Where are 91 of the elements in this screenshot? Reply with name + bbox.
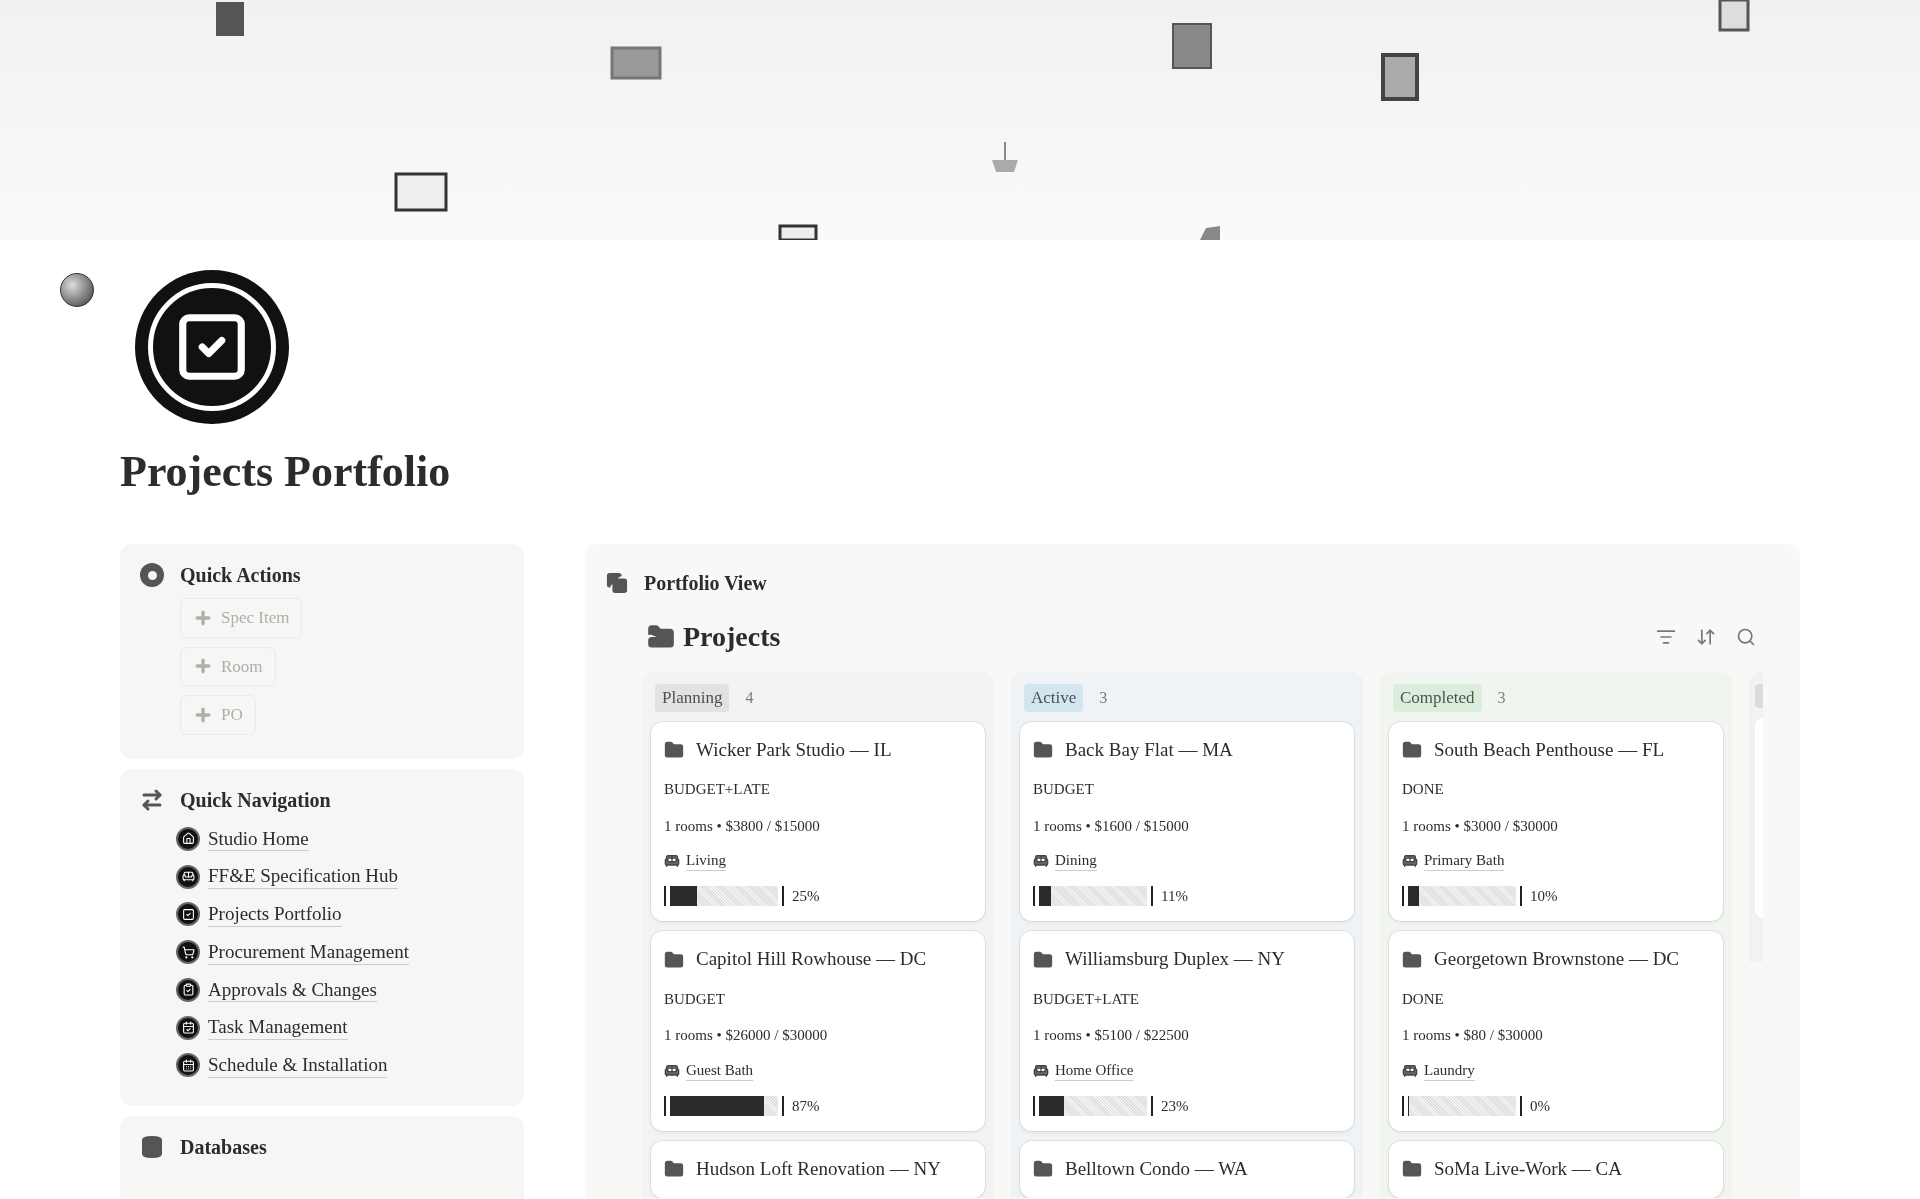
project-title: Hudson Loft Renovation — NY: [696, 1157, 941, 1181]
project-title: Back Bay Flat — MA: [1065, 737, 1233, 762]
room-link[interactable]: Living: [686, 851, 726, 871]
budget-summary: 1 rooms • $26000 / $30000: [664, 1026, 828, 1046]
room-link[interactable]: Guest Bath: [686, 1060, 754, 1081]
sofa-icon: [664, 1062, 680, 1079]
sofa-icon: [1402, 852, 1418, 869]
clipboard-icon: [176, 977, 200, 1002]
house-icon: [176, 826, 200, 851]
sofa-icon: [1033, 852, 1049, 869]
search-icon: [1736, 627, 1756, 647]
folder-icon: [1402, 739, 1422, 760]
flags-text: BUDGET: [664, 989, 725, 1009]
sofa-icon: [1402, 1062, 1418, 1079]
project-card[interactable]: SoMa Live-Work — CA: [1389, 1141, 1723, 1198]
database-icon: [140, 1134, 164, 1159]
flags-text: BUDGET+LATE: [664, 780, 770, 799]
section-title: Quick Actions: [180, 563, 301, 588]
project-title: Wicker Park Studio — IL: [696, 737, 892, 762]
project-card[interactable]: Williamsburg Duplex — NY BUDGET+LATE 1 rooms • $5100 / $22500 Home Office 23%: [1020, 931, 1354, 1131]
flags-text: DONE: [1402, 989, 1444, 1009]
nav-link[interactable]: FF&E Specification Hub: [208, 864, 398, 889]
progress-reading: 0%: [1530, 1096, 1550, 1116]
status-tag: Active: [1024, 684, 1084, 712]
project-title: Williamsburg Duplex — NY: [1065, 947, 1285, 972]
folder-icon: [1402, 1159, 1422, 1180]
flags-text: DONE: [1402, 780, 1444, 799]
project-title: Georgetown Brownstone — DC: [1434, 947, 1680, 972]
group-count: 3: [1099, 687, 1108, 708]
room-link[interactable]: Laundry: [1424, 1060, 1475, 1081]
folder-icon: [664, 949, 684, 970]
progress-reading: 25%: [792, 886, 820, 906]
section-title: Quick Navigation: [180, 787, 331, 814]
budget-summary: 1 rooms • $5100 / $22500: [1033, 1026, 1189, 1046]
group-count: 4: [745, 687, 754, 708]
section-title: Databases: [180, 1134, 267, 1160]
folder-icon: [1033, 739, 1053, 760]
budget-summary: 1 rooms • $1600 / $15000: [1033, 816, 1189, 836]
filter-icon: [1656, 627, 1676, 647]
room-link[interactable]: Dining: [1055, 851, 1097, 871]
room-link[interactable]: Primary Bath: [1424, 851, 1505, 871]
project-card[interactable]: Georgetown Brownstone — DC DONE 1 rooms • $80 / $30000 Laundry 0%: [1389, 931, 1723, 1131]
folder-icon: [647, 623, 675, 651]
cart-icon: [176, 940, 200, 965]
budget-summary: 1 rooms • $80 / $30000: [1402, 1026, 1543, 1046]
room-link[interactable]: Home Office: [1055, 1060, 1134, 1081]
group-count: 3: [1497, 687, 1506, 708]
progress-reading: 10%: [1530, 886, 1558, 906]
project-card[interactable]: Hudson Loft Renovation — NY: [651, 1141, 985, 1198]
page-title: Projects Portfolio: [120, 450, 452, 494]
project-title: SoMa Live-Work — CA: [1434, 1157, 1622, 1181]
progress-reading: 11%: [1161, 886, 1188, 906]
budget-summary: 1 rooms • $3000 / $30000: [1402, 816, 1558, 836]
status-tag: Completed: [1393, 684, 1482, 712]
copy-icon: [606, 572, 628, 594]
folder-icon: [1033, 949, 1053, 970]
section-title: Portfolio View: [644, 571, 767, 596]
sofa-icon: [664, 852, 680, 869]
project-title: Capitol Hill Rowhouse — DC: [696, 947, 927, 972]
project-title: Belltown Condo — WA: [1065, 1157, 1248, 1181]
status-tag: Planning: [655, 684, 730, 712]
flags-text: BUDGET: [1033, 780, 1094, 799]
project-card[interactable]: Capitol Hill Rowhouse — DC BUDGET 1 rooms • $26000 / $30000 Guest Bath 87%: [651, 931, 985, 1131]
nav-link[interactable]: Task Management: [208, 1015, 348, 1040]
calendar-check-icon: [176, 1015, 200, 1040]
swap-icon: [140, 787, 164, 812]
flags-text: BUDGET+LATE: [1033, 989, 1139, 1009]
calendar-icon: [176, 1053, 200, 1078]
project-card[interactable]: Back Bay Flat — MA BUDGET 1 rooms • $1600 / $15000 Dining 11%: [1020, 721, 1354, 922]
nav-link[interactable]: Procurement Management: [208, 939, 409, 965]
project-title: South Beach Penthouse — FL: [1434, 737, 1665, 762]
nav-link[interactable]: Projects Portfolio: [208, 902, 342, 927]
project-card[interactable]: South Beach Penthouse — FL DONE 1 rooms • $3000 / $30000 Primary Bath 10%: [1389, 721, 1723, 922]
folder-icon: [1402, 949, 1422, 970]
record-icon: [140, 563, 164, 587]
folder-icon: [664, 739, 684, 760]
sofa-icon: [1033, 1062, 1049, 1079]
nav-link[interactable]: Schedule & Installation: [208, 1053, 388, 1078]
checkbox-icon: [176, 902, 200, 927]
database-title: Projects: [683, 620, 781, 654]
project-card[interactable]: Belltown Condo — WA: [1020, 1141, 1354, 1198]
nav-link[interactable]: Approvals & Changes: [208, 977, 377, 1003]
progress-reading: 23%: [1161, 1096, 1189, 1116]
sofa-icon: [176, 864, 200, 889]
budget-summary: 1 rooms • $3800 / $15000: [664, 816, 820, 836]
progress-reading: 87%: [792, 1096, 820, 1116]
sort-icon: [1696, 627, 1716, 647]
folder-icon: [664, 1159, 684, 1180]
project-card[interactable]: Wicker Park Studio — IL BUDGET+LATE 1 rooms • $3800 / $15000 Living 25%: [651, 721, 985, 922]
nav-link[interactable]: Studio Home: [208, 826, 309, 852]
folder-icon: [1033, 1159, 1053, 1180]
